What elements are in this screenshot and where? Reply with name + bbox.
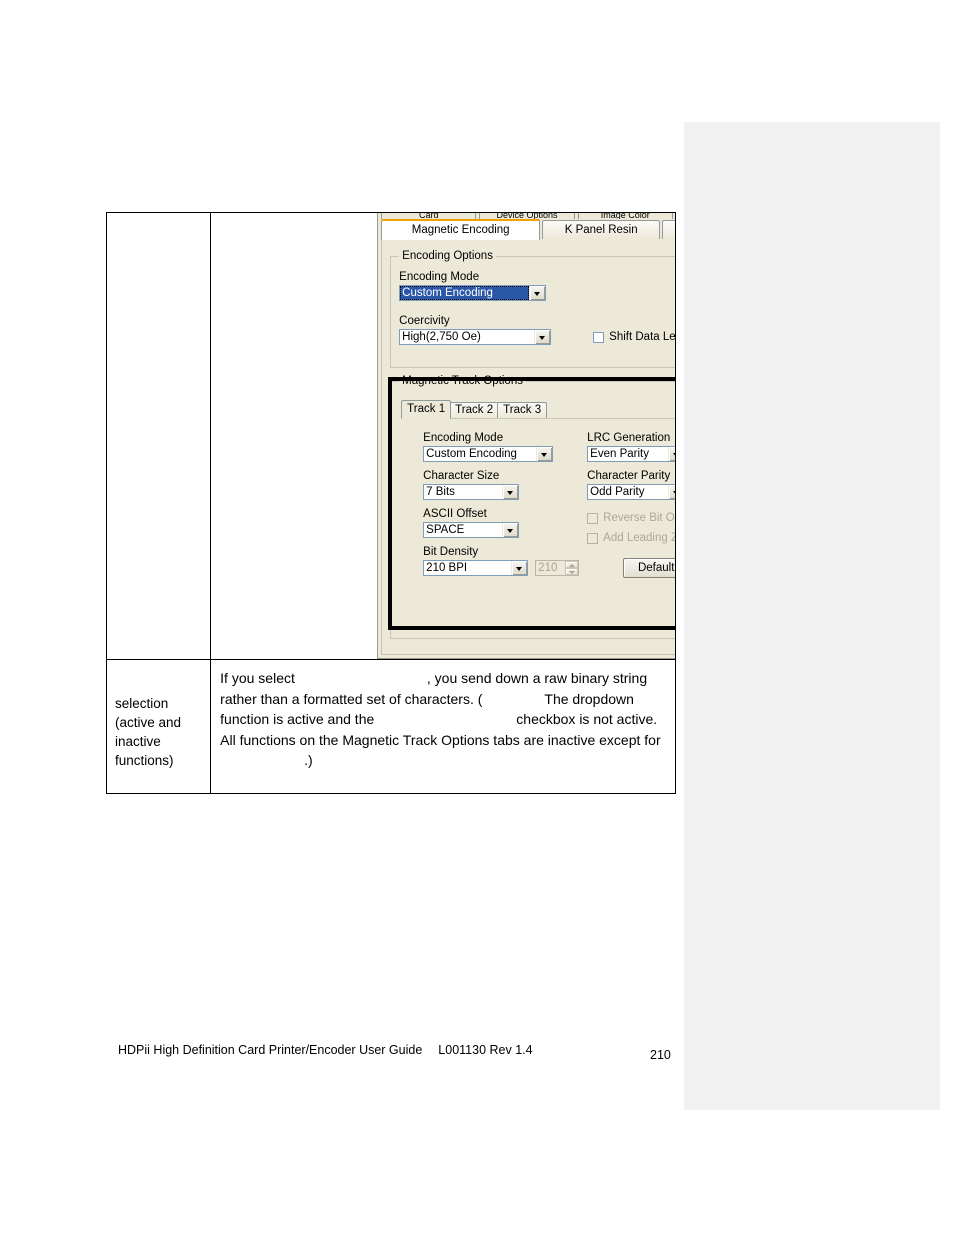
page-margin-panel [684,122,940,1110]
spinner-down-icon[interactable] [565,568,579,575]
description-body: If you select, you send down a raw binar… [211,660,675,793]
table-row-description: selection (active and inactive functions… [105,659,676,794]
character-parity-value: Odd Parity [590,486,645,498]
reverse-bit-order-label: Reverse Bit Order [603,512,675,524]
table-row-figure: Card Device Options Image Color Image Tr… [105,212,676,660]
chevron-down-icon[interactable] [536,447,553,461]
spinner-up-icon[interactable] [565,561,579,568]
coercivity-value: High(2,750 Oe) [402,331,481,343]
description-label: selection (active and inactive functions… [115,696,182,768]
tab-strip[interactable]: Magnetic Encoding K Panel Resin Supplies [381,219,676,240]
tab-supplies[interactable]: Supplies [662,220,676,239]
encoding-options-group-label: Encoding Options [399,250,496,262]
figure-label-cell [105,212,212,660]
footer-title: HDPii High Definition Card Printer/Encod… [118,1043,423,1057]
spinner-buttons[interactable] [565,561,579,575]
ascii-offset-value: SPACE [426,524,465,536]
documentation-table: Card Device Options Image Color Image Tr… [105,212,676,794]
character-size-label: Character Size [423,470,500,482]
coercivity-combo[interactable]: High(2,750 Oe) [399,329,552,345]
default-button[interactable]: Default [623,558,676,578]
character-size-value: 7 Bits [426,486,455,498]
bit-density-combo[interactable]: 210 BPI [423,560,529,576]
lrc-generation-combo[interactable]: Even Parity [587,446,676,462]
figure-cell: Card Device Options Image Color Image Tr… [210,212,676,660]
tab-magnetic-encoding[interactable]: Magnetic Encoding [381,219,541,240]
shift-data-left-label: Shift Data Left [609,331,676,343]
printing-preferences-dialog[interactable]: Card Device Options Image Color Image Tr… [377,213,676,659]
page-footer: HDPii High Definition Card Printer/Encod… [118,1043,533,1057]
chevron-down-icon[interactable] [502,523,519,537]
magnetic-track-options-group-label: Magnetic Track Options [399,375,526,387]
tab-track-2[interactable]: Track 2 [449,402,500,418]
description-part-5: .) [304,752,313,768]
character-parity-label: Character Parity [587,470,671,482]
track-encoding-mode-value: Custom Encoding [426,448,517,460]
reverse-bit-order-checkbox: Reverse Bit Order [587,512,675,524]
chevron-down-icon[interactable] [668,485,676,499]
chevron-down-icon[interactable] [511,561,528,575]
ascii-offset-label: ASCII Offset [423,508,487,520]
add-leading-zeros-checkbox: Add Leading Zeros [587,532,675,544]
tab-panel-magnetic-encoding: Encoding Options Encoding Mode Custom En… [381,239,676,655]
character-parity-combo[interactable]: Odd Parity [587,484,676,500]
chevron-down-icon[interactable] [502,485,519,499]
track-encoding-mode-combo[interactable]: Custom Encoding [423,446,554,462]
tab-k-panel-resin[interactable]: K Panel Resin [542,220,661,239]
screenshot-clip: Card Device Options Image Color Image Tr… [211,213,676,659]
page-number: 210 [650,1048,671,1062]
chevron-down-icon[interactable] [529,286,546,300]
tab-track-3[interactable]: Track 3 [497,402,548,418]
description-part-1: If you select [220,670,295,686]
encoding-mode-label: Encoding Mode [399,271,480,283]
add-leading-zeros-label: Add Leading Zeros [603,532,676,544]
lrc-generation-label: LRC Generation [587,432,671,444]
footer-doc-id: L001130 Rev 1.4 [438,1043,533,1057]
encoding-mode-value: Custom Encoding [400,286,530,300]
checkbox-icon[interactable] [593,331,605,343]
chevron-down-icon[interactable] [668,447,676,461]
ascii-offset-combo[interactable]: SPACE [423,522,520,538]
track-tab-strip[interactable]: Track 1 Track 2 Track 3 [401,400,676,419]
lrc-generation-value: Even Parity [590,448,649,460]
encoding-options-group: Encoding Options Encoding Mode Custom En… [390,250,676,368]
tab-track-1[interactable]: Track 1 [401,400,452,419]
description-body-cell: If you select, you send down a raw binar… [210,659,676,794]
checkbox-icon [587,532,599,544]
bit-density-spin-value: 210 [538,562,558,574]
coercivity-label: Coercivity [399,315,450,327]
checkbox-icon [587,512,599,524]
chevron-down-icon[interactable] [534,330,551,344]
encoding-mode-combo[interactable]: Custom Encoding [399,285,547,301]
bit-density-spinner[interactable]: 210 [535,560,580,576]
character-size-combo[interactable]: 7 Bits [423,484,520,500]
magnetic-track-options-group: Magnetic Track Options Track 1 Track 2 T… [390,375,676,639]
shift-data-left-checkbox[interactable]: Shift Data Left [593,331,675,343]
description-label-cell: selection (active and inactive functions… [105,659,212,794]
track-encoding-mode-label: Encoding Mode [423,432,504,444]
track-1-panel: Encoding Mode Custom Encoding Character … [401,418,676,630]
bit-density-value: 210 BPI [426,562,468,574]
bit-density-label: Bit Density [423,546,479,558]
